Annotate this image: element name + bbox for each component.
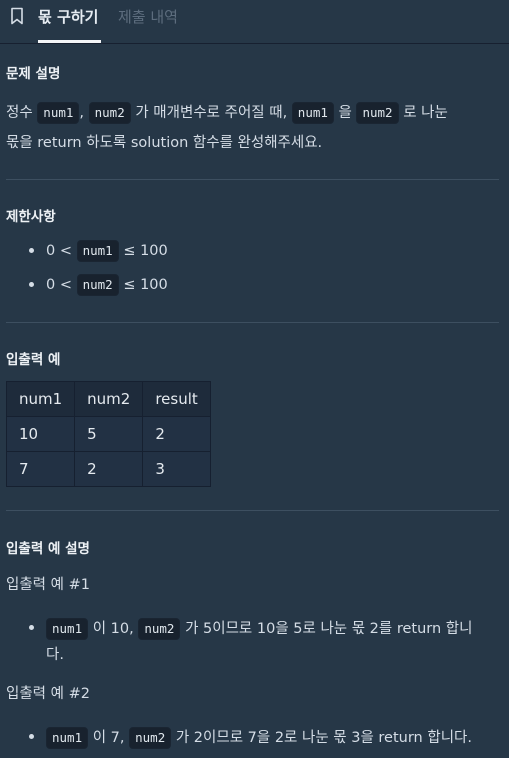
text: 을 bbox=[338, 105, 352, 121]
example-1-line1: num1 이 10, num2 가 5이므로 10을 5로 나눈 몫 2를 re… bbox=[46, 617, 472, 640]
example-1-title: 입출력 예 #1 bbox=[6, 577, 90, 593]
table-cell: 3 bbox=[142, 451, 211, 487]
text: 가 2이므로 7을 2로 나눈 몫 3을 return 합니다. bbox=[175, 730, 472, 746]
text: 정수 bbox=[6, 105, 33, 121]
column-header: result bbox=[142, 381, 211, 417]
code-num2: num2 bbox=[88, 102, 131, 124]
tab-problem[interactable]: 몫 구하기 bbox=[38, 6, 98, 27]
text: ≤ 100 bbox=[123, 243, 168, 259]
table-row: 7 2 3 bbox=[5, 451, 211, 487]
constraint-item: 0 < num2 ≤ 100 bbox=[46, 274, 168, 296]
text: 이 7, bbox=[92, 730, 125, 746]
text: 0 < bbox=[46, 243, 72, 259]
constraints-heading: 제한사항 bbox=[6, 209, 56, 225]
text: 가 5이므로 10을 5로 나눈 몫 2를 return 합니 bbox=[185, 621, 473, 637]
code-num1: num1 bbox=[76, 240, 119, 262]
code-num2: num2 bbox=[129, 727, 172, 749]
text: 이 10, bbox=[92, 621, 134, 637]
table-cell: 2 bbox=[74, 451, 144, 487]
example-1-line2: 다. bbox=[46, 647, 64, 663]
tab-submissions[interactable]: 제출 내역 bbox=[118, 6, 178, 27]
divider bbox=[6, 179, 499, 180]
text: , bbox=[79, 105, 85, 121]
bullet bbox=[29, 248, 34, 253]
text: 가 매개변수로 주어질 때, bbox=[135, 105, 288, 121]
table-cell: 7 bbox=[5, 451, 76, 487]
table-cell: 5 bbox=[74, 416, 144, 452]
problem-text-line1: 정수 num1, num2 가 매개변수로 주어질 때, num1 을 num2… bbox=[6, 101, 448, 124]
text: 0 < bbox=[46, 277, 72, 293]
table-cell: 2 bbox=[142, 416, 211, 452]
code-num1: num1 bbox=[46, 727, 89, 749]
code-num1: num1 bbox=[291, 102, 334, 124]
column-header: num1 bbox=[5, 381, 76, 417]
code-num1: num1 bbox=[37, 102, 80, 124]
active-tab-indicator bbox=[38, 40, 101, 43]
code-num2: num2 bbox=[356, 102, 399, 124]
code-num1: num1 bbox=[46, 618, 89, 640]
code-num2: num2 bbox=[76, 274, 119, 296]
code-num2: num2 bbox=[138, 618, 181, 640]
column-header: num2 bbox=[74, 381, 144, 417]
text: ≤ 100 bbox=[123, 277, 168, 293]
table-header-row: num1 num2 result bbox=[5, 381, 211, 417]
constraint-item: 0 < num1 ≤ 100 bbox=[46, 240, 168, 262]
bullet bbox=[29, 625, 34, 630]
bullet bbox=[29, 734, 34, 739]
problem-text-line2: 몫을 return 하도록 solution 함수를 완성해주세요. bbox=[6, 135, 323, 151]
problem-heading: 문제 설명 bbox=[6, 66, 61, 82]
tab-bar: 몫 구하기 제출 내역 bbox=[0, 0, 509, 44]
io-explain-heading: 입출력 예 설명 bbox=[6, 541, 90, 557]
io-heading: 입출력 예 bbox=[6, 352, 61, 368]
bullet bbox=[29, 282, 34, 287]
text: 로 나눈 bbox=[403, 105, 448, 121]
io-table: num1 num2 result 10 5 2 7 2 3 bbox=[5, 381, 211, 487]
bookmark-icon[interactable] bbox=[10, 7, 24, 25]
divider bbox=[6, 510, 499, 511]
example-2-title: 입출력 예 #2 bbox=[6, 686, 90, 702]
divider bbox=[6, 322, 499, 323]
example-2-line1: num1 이 7, num2 가 2이므로 7을 2로 나눈 몫 3을 retu… bbox=[46, 726, 472, 749]
table-row: 10 5 2 bbox=[5, 416, 211, 452]
table-cell: 10 bbox=[5, 416, 76, 452]
